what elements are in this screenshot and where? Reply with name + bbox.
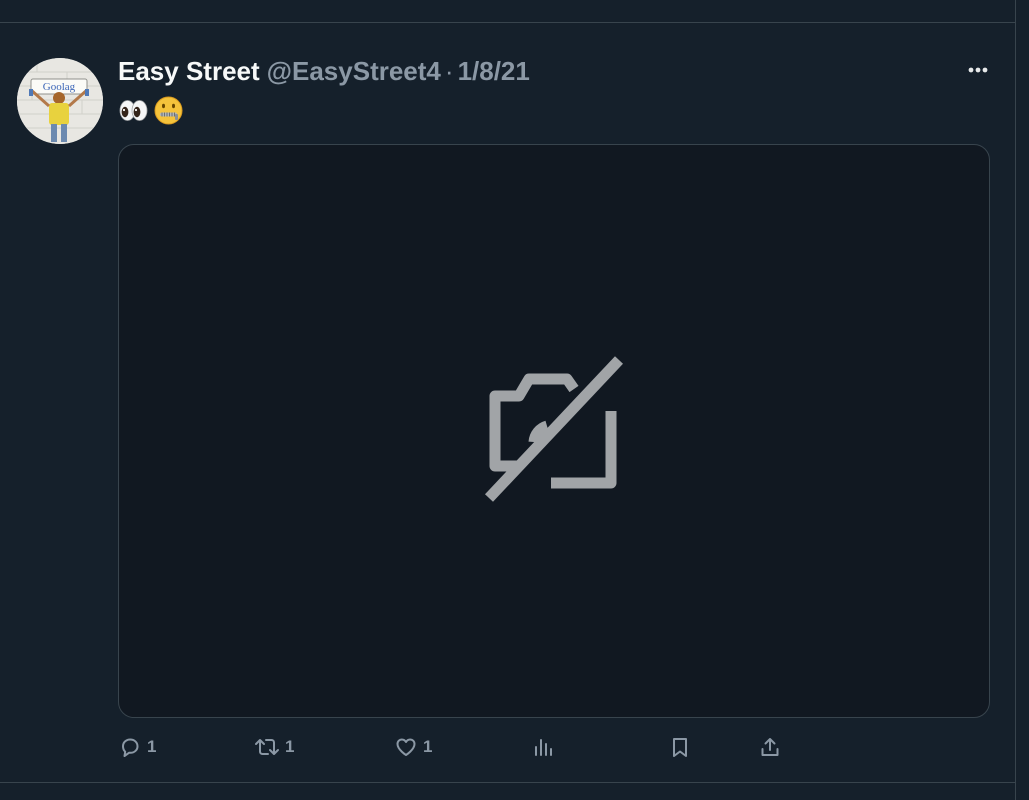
analytics-icon (535, 739, 552, 756)
like-button[interactable]: 1 (394, 734, 432, 760)
share-icon (761, 738, 779, 756)
media-placeholder[interactable] (118, 144, 990, 718)
retweet-icon (255, 739, 279, 755)
like-count: 1 (423, 737, 433, 756)
tweet-text (118, 94, 184, 126)
reply-icon (122, 738, 139, 757)
bookmark-button[interactable] (668, 734, 692, 760)
heart-icon (396, 738, 416, 756)
retweet-button[interactable]: 1 (254, 734, 294, 760)
top-divider (0, 22, 1015, 23)
eyes-emoji (119, 99, 148, 121)
camera-off-icon (484, 356, 624, 502)
more-button[interactable] (962, 58, 994, 82)
avatar[interactable]: Goolag (17, 58, 103, 144)
separator-dot: · (444, 55, 454, 86)
zipper-mouth-emoji (154, 96, 183, 124)
bottom-divider (0, 782, 1015, 783)
bookmark-icon (673, 738, 687, 757)
tweet-header: Easy Street @EasyStreet4 · 1/8/21 (118, 54, 530, 88)
tweet-frame: Goolag Easy Street @EasyStreet4 · 1/8/21 (0, 0, 1016, 800)
share-button[interactable] (758, 734, 782, 760)
reply-count: 1 (147, 737, 157, 756)
tweet-date[interactable]: 1/8/21 (458, 56, 530, 87)
avatar-sign-text: Goolag (43, 81, 76, 93)
display-name[interactable]: Easy Street (118, 56, 260, 87)
more-icon (968, 67, 988, 73)
retweet-count: 1 (285, 737, 295, 756)
tweet-actions: 1 1 1 (118, 734, 798, 760)
reply-button[interactable]: 1 (118, 734, 156, 760)
avatar-image: Goolag (17, 58, 103, 144)
views-button[interactable] (531, 734, 555, 760)
user-handle[interactable]: @EasyStreet4 (267, 56, 441, 87)
